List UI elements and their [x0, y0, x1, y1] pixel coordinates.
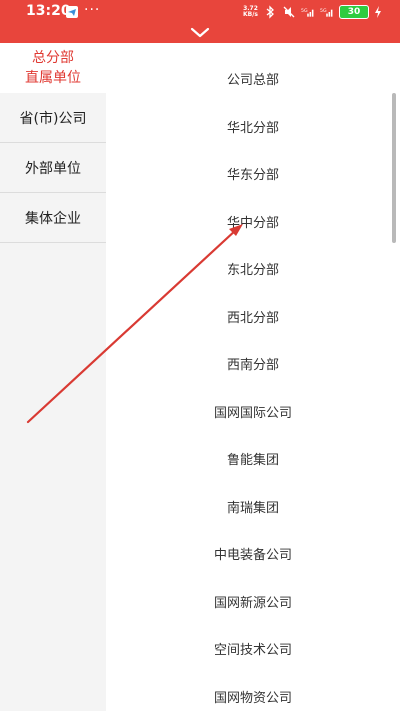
- chevron-down-icon[interactable]: [188, 26, 212, 40]
- category-sidebar: 总分部 直属单位 省(市)公司 外部单位 集体企业: [0, 43, 106, 711]
- 5g-signal-icon: 5G: [301, 5, 315, 19]
- sidebar-item-label: 集体企业: [25, 208, 81, 228]
- list-scrollbar[interactable]: [392, 93, 396, 243]
- list-item[interactable]: 国网新源公司: [106, 578, 400, 626]
- header-bar: [0, 24, 400, 43]
- sidebar-item-provincial[interactable]: 省(市)公司: [0, 93, 106, 143]
- sidebar-item-label-line2: 直属单位: [25, 68, 81, 88]
- net-speed-unit: KB/s: [243, 12, 258, 18]
- sidebar-item-label: 外部单位: [25, 158, 81, 178]
- list-item[interactable]: 西南分部: [106, 340, 400, 388]
- mute-icon: [282, 5, 296, 19]
- list-item[interactable]: 东北分部: [106, 245, 400, 293]
- list-item[interactable]: 空间技术公司: [106, 625, 400, 673]
- status-icons: 3.72 KB/s 5G 5G 30: [243, 4, 382, 20]
- sidebar-item-label-line1: 总分部: [32, 48, 74, 68]
- status-time: 13:20: [26, 3, 71, 19]
- unit-list-items: 公司总部 华北分部 华东分部 华中分部 东北分部 西北分部 西南分部 国网国际公…: [106, 43, 400, 720]
- status-bar: 13:20 ··· 3.72 KB/s 5G 5G 30: [0, 0, 400, 24]
- sidebar-item-collective[interactable]: 集体企业: [0, 193, 106, 243]
- net-speed: 3.72 KB/s: [243, 6, 258, 18]
- unit-list: 公司总部 华北分部 华东分部 华中分部 东北分部 西北分部 西南分部 国网国际公…: [106, 43, 400, 711]
- more-notifications-icon: ···: [84, 2, 100, 18]
- sidebar-item-headquarters[interactable]: 总分部 直属单位: [0, 43, 106, 93]
- list-item[interactable]: 中电装备公司: [106, 530, 400, 578]
- charging-icon: [374, 5, 382, 19]
- telegram-icon: [66, 6, 78, 18]
- sidebar-item-external[interactable]: 外部单位: [0, 143, 106, 193]
- svg-text:5G: 5G: [301, 8, 308, 14]
- svg-text:5G: 5G: [320, 8, 327, 14]
- list-item[interactable]: 华东分部: [106, 150, 400, 198]
- list-item[interactable]: 南瑞集团: [106, 483, 400, 531]
- battery-indicator: 30: [339, 5, 369, 19]
- signal-icon: 5G: [320, 5, 334, 19]
- list-item[interactable]: 华北分部: [106, 103, 400, 151]
- list-item[interactable]: 鲁能集团: [106, 435, 400, 483]
- list-item[interactable]: 西北分部: [106, 293, 400, 341]
- list-item[interactable]: 华中分部: [106, 198, 400, 246]
- bluetooth-icon: [263, 5, 277, 19]
- list-item[interactable]: 国网物资公司: [106, 673, 400, 720]
- list-item[interactable]: 公司总部: [106, 55, 400, 103]
- list-item[interactable]: 国网国际公司: [106, 388, 400, 436]
- sidebar-item-label: 省(市)公司: [20, 108, 87, 128]
